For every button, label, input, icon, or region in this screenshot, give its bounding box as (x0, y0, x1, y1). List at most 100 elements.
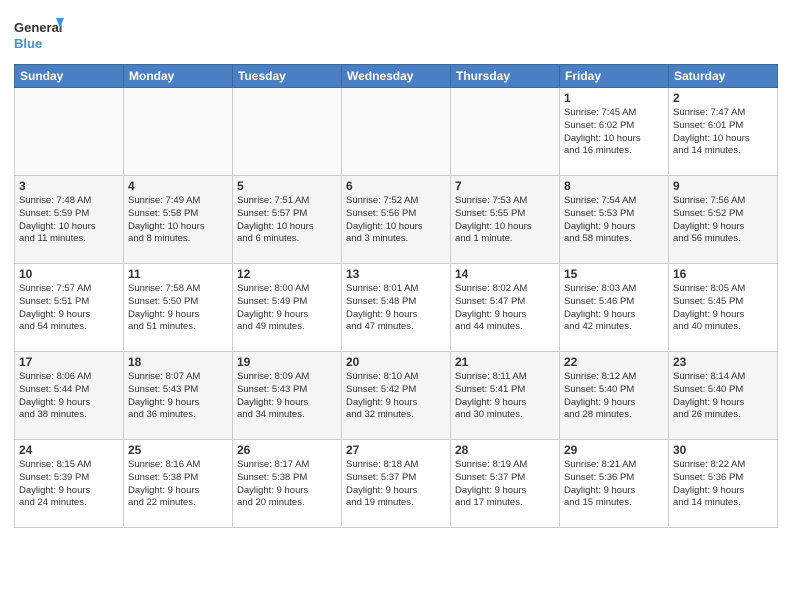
day-info: Sunrise: 8:01 AM Sunset: 5:48 PM Dayligh… (346, 283, 446, 334)
cell-w3-d6: 16 Sunrise: 8:05 AM Sunset: 5:45 PM Dayli… (669, 264, 778, 352)
day-info: Sunrise: 7:45 AM Sunset: 6:02 PM Dayligh… (564, 107, 664, 158)
logo-svg: General Blue (14, 14, 64, 58)
day-number: 16 (673, 267, 773, 281)
day-info: Sunrise: 7:52 AM Sunset: 5:56 PM Dayligh… (346, 195, 446, 246)
cell-w2-d6: 9 Sunrise: 7:56 AM Sunset: 5:52 PM Daylig… (669, 176, 778, 264)
day-number: 3 (19, 179, 119, 193)
cell-w5-d3: 27 Sunrise: 8:18 AM Sunset: 5:37 PM Dayli… (342, 440, 451, 528)
header-tuesday: Tuesday (233, 65, 342, 88)
cell-w1-d6: 2Sunrise: 7:47 AM Sunset: 6:01 PM Daylig… (669, 88, 778, 176)
day-info: Sunrise: 7:51 AM Sunset: 5:57 PM Dayligh… (237, 195, 337, 246)
cell-w3-d1: 11 Sunrise: 7:58 AM Sunset: 5:50 PM Dayli… (124, 264, 233, 352)
week-row-4: 17 Sunrise: 8:06 AM Sunset: 5:44 PM Dayli… (15, 352, 778, 440)
day-info: Sunrise: 7:58 AM Sunset: 5:50 PM Dayligh… (128, 283, 228, 334)
svg-text:Blue: Blue (14, 36, 42, 51)
cell-w3-d5: 15 Sunrise: 8:03 AM Sunset: 5:46 PM Dayli… (560, 264, 669, 352)
cell-w3-d2: 12Sunrise: 8:00 AM Sunset: 5:49 PM Dayli… (233, 264, 342, 352)
day-info: Sunrise: 8:02 AM Sunset: 5:47 PM Dayligh… (455, 283, 555, 334)
cell-w3-d4: 14 Sunrise: 8:02 AM Sunset: 5:47 PM Dayli… (451, 264, 560, 352)
cell-w4-d2: 19 Sunrise: 8:09 AM Sunset: 5:43 PM Dayli… (233, 352, 342, 440)
day-info: Sunrise: 7:53 AM Sunset: 5:55 PM Dayligh… (455, 195, 555, 246)
cell-w1-d3 (342, 88, 451, 176)
header-row: SundayMondayTuesdayWednesdayThursdayFrid… (15, 65, 778, 88)
day-number: 9 (673, 179, 773, 193)
day-number: 25 (128, 443, 228, 457)
day-info: Sunrise: 7:47 AM Sunset: 6:01 PM Dayligh… (673, 107, 773, 158)
cell-w1-d2 (233, 88, 342, 176)
cell-w5-d6: 30 Sunrise: 8:22 AM Sunset: 5:36 PM Dayli… (669, 440, 778, 528)
day-number: 11 (128, 267, 228, 281)
day-info: Sunrise: 8:15 AM Sunset: 5:39 PM Dayligh… (19, 459, 119, 510)
day-info: Sunrise: 8:19 AM Sunset: 5:37 PM Dayligh… (455, 459, 555, 510)
cell-w1-d0 (15, 88, 124, 176)
cell-w5-d5: 29 Sunrise: 8:21 AM Sunset: 5:36 PM Dayli… (560, 440, 669, 528)
day-number: 4 (128, 179, 228, 193)
day-number: 8 (564, 179, 664, 193)
day-info: Sunrise: 7:57 AM Sunset: 5:51 PM Dayligh… (19, 283, 119, 334)
week-row-2: 3 Sunrise: 7:48 AM Sunset: 5:59 PM Daylig… (15, 176, 778, 264)
header-thursday: Thursday (451, 65, 560, 88)
cell-w4-d3: 20 Sunrise: 8:10 AM Sunset: 5:42 PM Dayli… (342, 352, 451, 440)
day-info: Sunrise: 8:03 AM Sunset: 5:46 PM Dayligh… (564, 283, 664, 334)
day-number: 15 (564, 267, 664, 281)
day-number: 21 (455, 355, 555, 369)
cell-w4-d0: 17 Sunrise: 8:06 AM Sunset: 5:44 PM Dayli… (15, 352, 124, 440)
day-number: 7 (455, 179, 555, 193)
header-sunday: Sunday (15, 65, 124, 88)
cell-w4-d6: 23Sunrise: 8:14 AM Sunset: 5:40 PM Dayli… (669, 352, 778, 440)
day-info: Sunrise: 8:17 AM Sunset: 5:38 PM Dayligh… (237, 459, 337, 510)
day-info: Sunrise: 8:10 AM Sunset: 5:42 PM Dayligh… (346, 371, 446, 422)
cell-w5-d0: 24 Sunrise: 8:15 AM Sunset: 5:39 PM Dayli… (15, 440, 124, 528)
day-number: 30 (673, 443, 773, 457)
cell-w2-d2: 5 Sunrise: 7:51 AM Sunset: 5:57 PM Daylig… (233, 176, 342, 264)
cell-w5-d1: 25 Sunrise: 8:16 AM Sunset: 5:38 PM Dayli… (124, 440, 233, 528)
day-number: 26 (237, 443, 337, 457)
day-number: 13 (346, 267, 446, 281)
day-number: 18 (128, 355, 228, 369)
day-info: Sunrise: 8:18 AM Sunset: 5:37 PM Dayligh… (346, 459, 446, 510)
day-number: 6 (346, 179, 446, 193)
day-info: Sunrise: 8:22 AM Sunset: 5:36 PM Dayligh… (673, 459, 773, 510)
cell-w4-d1: 18Sunrise: 8:07 AM Sunset: 5:43 PM Dayli… (124, 352, 233, 440)
cell-w1-d5: 1 Sunrise: 7:45 AM Sunset: 6:02 PM Daylig… (560, 88, 669, 176)
cell-w5-d4: 28 Sunrise: 8:19 AM Sunset: 5:37 PM Dayli… (451, 440, 560, 528)
day-info: Sunrise: 7:54 AM Sunset: 5:53 PM Dayligh… (564, 195, 664, 246)
day-info: Sunrise: 8:09 AM Sunset: 5:43 PM Dayligh… (237, 371, 337, 422)
day-info: Sunrise: 7:48 AM Sunset: 5:59 PM Dayligh… (19, 195, 119, 246)
day-number: 19 (237, 355, 337, 369)
day-number: 1 (564, 91, 664, 105)
day-info: Sunrise: 8:21 AM Sunset: 5:36 PM Dayligh… (564, 459, 664, 510)
header-monday: Monday (124, 65, 233, 88)
cell-w5-d2: 26 Sunrise: 8:17 AM Sunset: 5:38 PM Dayli… (233, 440, 342, 528)
week-row-1: 1 Sunrise: 7:45 AM Sunset: 6:02 PM Daylig… (15, 88, 778, 176)
cell-w2-d4: 7 Sunrise: 7:53 AM Sunset: 5:55 PM Daylig… (451, 176, 560, 264)
day-number: 27 (346, 443, 446, 457)
cell-w2-d5: 8 Sunrise: 7:54 AM Sunset: 5:53 PM Daylig… (560, 176, 669, 264)
day-info: Sunrise: 8:16 AM Sunset: 5:38 PM Dayligh… (128, 459, 228, 510)
day-number: 20 (346, 355, 446, 369)
day-info: Sunrise: 8:05 AM Sunset: 5:45 PM Dayligh… (673, 283, 773, 334)
calendar-page: General Blue SundayMondayTuesdayWednesda… (0, 0, 792, 612)
day-number: 29 (564, 443, 664, 457)
day-number: 14 (455, 267, 555, 281)
header-friday: Friday (560, 65, 669, 88)
cell-w1-d1 (124, 88, 233, 176)
day-info: Sunrise: 8:06 AM Sunset: 5:44 PM Dayligh… (19, 371, 119, 422)
day-info: Sunrise: 8:00 AM Sunset: 5:49 PM Dayligh… (237, 283, 337, 334)
cell-w4-d5: 22Sunrise: 8:12 AM Sunset: 5:40 PM Dayli… (560, 352, 669, 440)
svg-text:General: General (14, 20, 62, 35)
cell-w3-d0: 10Sunrise: 7:57 AM Sunset: 5:51 PM Dayli… (15, 264, 124, 352)
day-number: 28 (455, 443, 555, 457)
day-number: 5 (237, 179, 337, 193)
day-number: 24 (19, 443, 119, 457)
day-info: Sunrise: 7:56 AM Sunset: 5:52 PM Dayligh… (673, 195, 773, 246)
week-row-5: 24 Sunrise: 8:15 AM Sunset: 5:39 PM Dayli… (15, 440, 778, 528)
day-info: Sunrise: 7:49 AM Sunset: 5:58 PM Dayligh… (128, 195, 228, 246)
header: General Blue (14, 10, 778, 58)
cell-w3-d3: 13 Sunrise: 8:01 AM Sunset: 5:48 PM Dayli… (342, 264, 451, 352)
header-wednesday: Wednesday (342, 65, 451, 88)
cell-w2-d1: 4 Sunrise: 7:49 AM Sunset: 5:58 PM Daylig… (124, 176, 233, 264)
day-number: 17 (19, 355, 119, 369)
logo: General Blue (14, 14, 64, 58)
cell-w1-d4 (451, 88, 560, 176)
